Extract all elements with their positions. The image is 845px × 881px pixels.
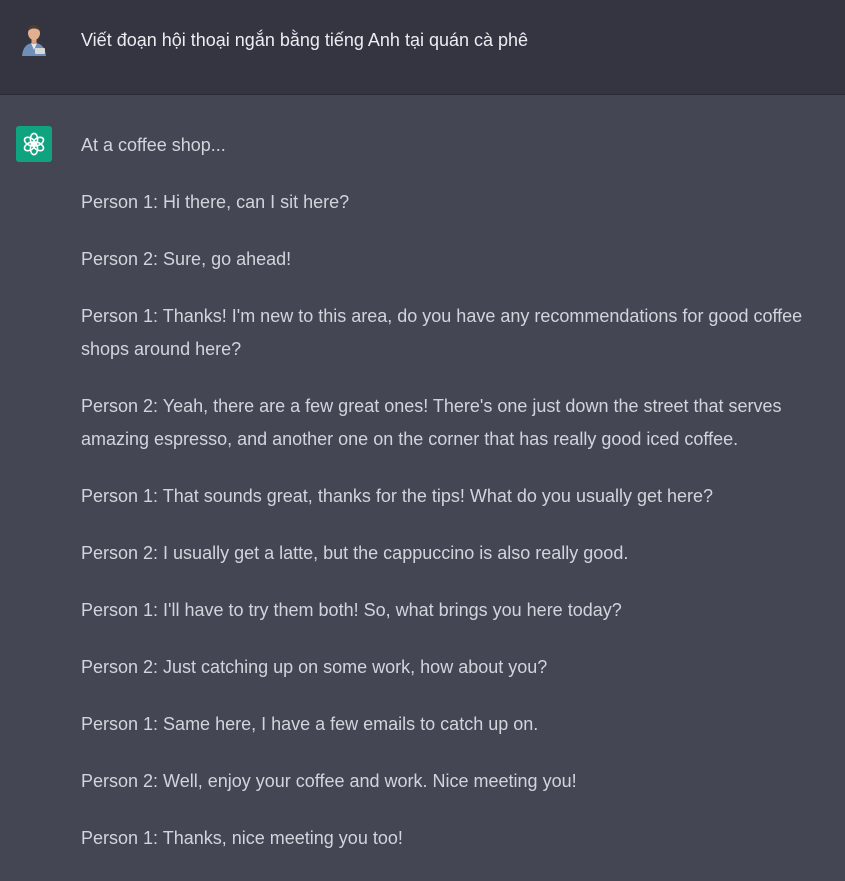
user-message-text: Viết đoạn hội thoại ngắn bằng tiếng Anh … — [81, 30, 529, 50]
message-paragraph: Person 2: Just catching up on some work,… — [81, 657, 548, 677]
assistant-message-row: At a coffee shop... Person 1: Hi there, … — [0, 95, 845, 881]
user-avatar — [16, 20, 52, 56]
message-paragraph: Person 1: Thanks, nice meeting you too! — [81, 828, 403, 848]
message-paragraph: Person 2: Well, enjoy your coffee and wo… — [81, 771, 577, 791]
message-paragraph: Person 2: I usually get a latte, but the… — [81, 543, 629, 563]
openai-logo-icon — [16, 126, 52, 162]
assistant-message-text: At a coffee shop... Person 1: Hi there, … — [81, 129, 841, 879]
message-paragraph: Person 1: Thanks! I'm new to this area, … — [81, 306, 803, 359]
message-paragraph: Person 2: Yeah, there are a few great on… — [81, 396, 782, 449]
message-paragraph: Person 1: I'll have to try them both! So… — [81, 600, 622, 620]
message-paragraph: Person 1: Same here, I have a few emails… — [81, 714, 539, 734]
user-message-row: Viết đoạn hội thoại ngắn bằng tiếng Anh … — [0, 0, 845, 95]
message-paragraph: Person 1: That sounds great, thanks for … — [81, 486, 714, 506]
message-paragraph: Person 1: Hi there, can I sit here? — [81, 192, 350, 212]
message-paragraph: Person 2: Sure, go ahead! — [81, 249, 292, 269]
message-paragraph: At a coffee shop... — [81, 135, 226, 155]
